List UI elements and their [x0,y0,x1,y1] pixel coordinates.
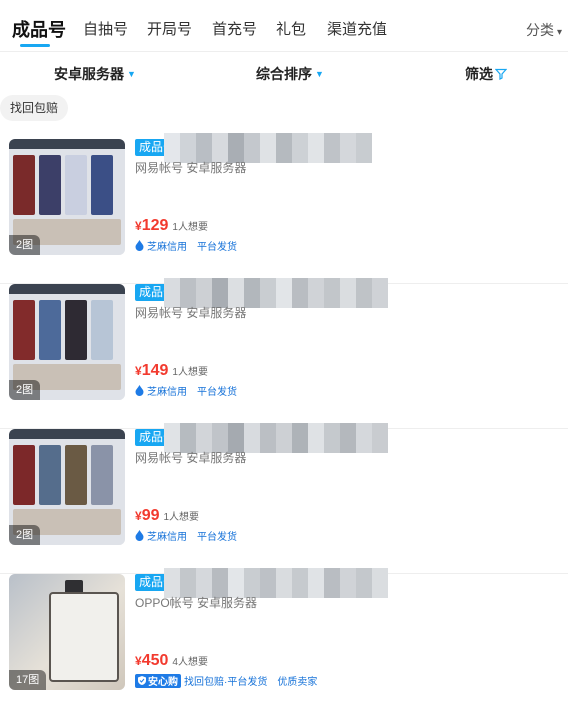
listing-price: 99 [141,507,160,524]
currency-symbol: ¥ [135,219,142,233]
caret-down-icon: ▼ [315,69,324,79]
server-filter-label: 安卓服务器 [54,66,124,82]
tag-quality-seller: 优质卖家 [277,677,318,688]
server-filter[interactable]: 安卓服务器 ▼ [54,64,136,84]
sort-filter-label: 综合排序 [256,66,312,82]
shield-check-icon [138,676,146,685]
tab-finished-account[interactable]: 成品号 [12,16,66,42]
listing-card[interactable]: 17图 成品号 OPPO帐号 安卓服务器 ¥450 4人想要 安心购 找回包赔·平… [0,568,568,709]
tag-platform-delivery: 平台发货 [197,387,237,398]
listing-thumbnail[interactable]: 2图 [9,284,125,400]
listing-tags: 芝麻信用 平台发货 [135,383,247,398]
listing-price: 149 [141,362,169,379]
price-row: ¥129 1人想要 [135,217,208,235]
tag-zhima-credit: 芝麻信用 [135,383,187,398]
price-row: ¥99 1人想要 [135,507,199,525]
tab-first-recharge[interactable]: 首充号 [212,18,257,39]
wants-count: 1人想要 [163,512,200,523]
screen-filter-label: 筛选 [465,66,493,82]
category-tabs: 成品号 自抽号 开局号 首充号 礼包 渠道充值 分类 ▾ [0,0,568,52]
image-count: 2图 [9,380,41,400]
tag-platform-delivery: 平台发货 [197,242,237,253]
listing-subtitle: 网易帐号 安卓服务器 [135,451,247,465]
tab-starter-account[interactable]: 开局号 [147,18,192,39]
tag-refund-platform-delivery: 找回包赔·平台发货 [184,677,268,688]
active-tab-indicator [20,44,50,47]
currency-symbol: ¥ [135,509,142,523]
tag-zhima-credit: 芝麻信用 [135,528,187,543]
credit-drop-icon [135,385,144,396]
filter-bar: 安卓服务器 ▼ 综合排序 ▼ 筛选 [0,52,568,94]
sort-filter[interactable]: 综合排序 ▼ [256,64,324,84]
currency-symbol: ¥ [135,654,142,668]
image-count: 17图 [9,670,47,690]
listing-subtitle: OPPO帐号 安卓服务器 [135,596,258,610]
listing-tags: 芝麻信用 平台发货 [135,238,247,253]
listing-price: 129 [141,217,169,234]
tab-channel-recharge[interactable]: 渠道充值 [327,18,387,39]
listing-subtitle: 网易帐号 安卓服务器 [135,161,247,175]
safe-purchase-badge: 安心购 [135,673,181,688]
listing-card[interactable]: 2图 成品号 网易帐号 安卓服务器 ¥129 1人想要 芝麻信用 平台发货 [0,133,568,284]
image-count: 2图 [9,525,41,545]
listing-thumbnail[interactable]: 2图 [9,139,125,255]
listing-card[interactable]: 2图 成品号 网易帐号 安卓服务器 ¥149 1人想要 芝麻信用 平台发货 [0,278,568,429]
listing-price: 450 [141,652,169,669]
tag-zhima-credit: 芝麻信用 [135,238,187,253]
category-label: 分类 [525,22,554,38]
chevron-down-icon: ▾ [556,27,562,38]
listing-tags: 安心购 找回包赔·平台发货 优质卖家 [135,673,327,688]
wants-count: 4人想要 [172,657,208,668]
currency-symbol: ¥ [135,364,142,378]
tab-gift-pack[interactable]: 礼包 [276,18,306,39]
listing-card[interactable]: 2图 成品号 网易帐号 安卓服务器 ¥99 1人想要 芝麻信用 平台发货 [0,423,568,574]
listing-subtitle: 网易帐号 安卓服务器 [135,306,247,320]
image-count: 2图 [9,235,41,255]
caret-down-icon: ▼ [127,69,136,79]
listing-thumbnail[interactable]: 17图 [9,574,125,690]
screen-filter[interactable]: 筛选 [465,64,507,84]
credit-drop-icon [135,240,144,251]
tab-self-draw[interactable]: 自抽号 [83,18,128,39]
listing-thumbnail[interactable]: 2图 [9,429,125,545]
refund-guarantee-chip[interactable]: 找回包赔 [0,95,69,121]
category-button[interactable]: 分类 ▾ [526,20,562,40]
tag-platform-delivery: 平台发货 [197,532,237,543]
price-row: ¥450 4人想要 [135,652,208,670]
wants-count: 1人想要 [172,222,208,233]
listing-tags: 芝麻信用 平台发货 [135,528,247,543]
credit-drop-icon [135,530,144,541]
wants-count: 1人想要 [172,367,208,378]
price-row: ¥149 1人想要 [135,362,208,380]
funnel-icon [495,68,507,80]
